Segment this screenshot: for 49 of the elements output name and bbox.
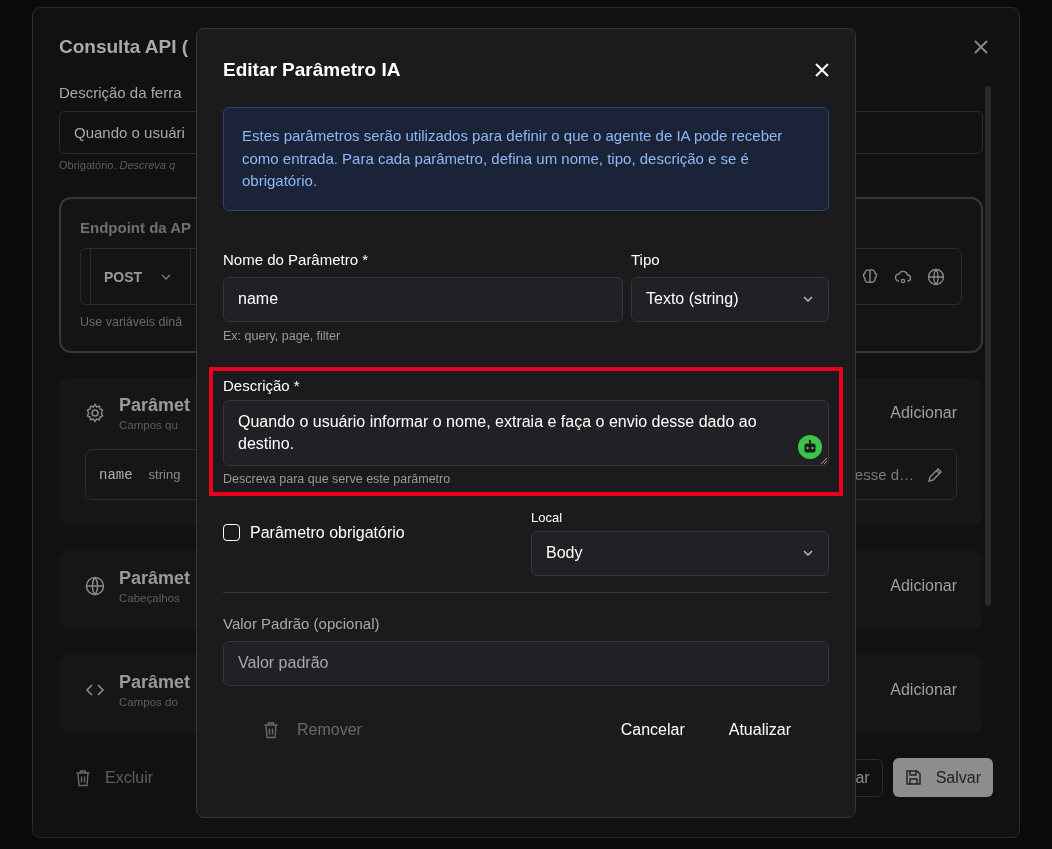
save-icon — [904, 769, 922, 786]
cancel-button[interactable]: Cancelar — [620, 720, 685, 739]
field-label: Tipo — [631, 250, 661, 268]
trash-icon — [75, 768, 91, 787]
field-hint: Use variáveis dinâ — [80, 315, 184, 329]
globe-icon[interactable] — [927, 267, 945, 286]
name-field[interactable]: name — [223, 276, 623, 322]
default-value-field[interactable]: Valor padrão — [223, 640, 829, 686]
location-select[interactable]: Body — [531, 530, 829, 576]
section-title: Parâmet — [119, 672, 191, 693]
parameter-type: string — [148, 467, 181, 482]
section-subtitle: Campos do — [119, 696, 179, 708]
save-button[interactable]: Salvar — [892, 758, 993, 797]
add-button[interactable]: Adicionar — [890, 404, 957, 422]
scrollbar[interactable] — [985, 86, 991, 606]
parameter-description: esse d… — [854, 466, 914, 483]
section-title: Parâmet — [119, 395, 191, 416]
robot-icon[interactable] — [798, 434, 822, 459]
section-subtitle: Cabeçalhos — [119, 592, 181, 604]
chevron-down-icon — [160, 272, 173, 281]
field-label: Nome do Parâmetro * — [223, 250, 370, 268]
field-hint: Obrigatório. Descreva q — [59, 159, 176, 171]
parameter-name: name — [99, 466, 133, 483]
dialog-title: Editar Parâmetro IA — [223, 59, 401, 81]
field-label: Valor Padrão (opcional) — [223, 614, 381, 632]
update-button[interactable]: Atualizar — [728, 720, 791, 739]
dialog-title: Consulta API ( — [59, 36, 189, 58]
chevron-down-icon — [802, 549, 814, 557]
chevron-down-icon — [802, 295, 814, 303]
method-select[interactable]: POST — [90, 249, 192, 304]
info-text: Estes parâmetros serão utilizados para definir o que o agente de IA pode receber como entrada. Para cada parâmetro, defina um nome, tipo, descrição e se é obrigatório. — [242, 126, 784, 191]
add-button[interactable]: Adicionar — [890, 577, 957, 595]
brain-icon[interactable] — [861, 267, 879, 286]
field-label: Descrição * — [223, 376, 301, 394]
description-textarea[interactable]: Quando o usuário informar o nome, extraia e faça o envio desse dado ao destino. — [223, 399, 829, 466]
section-title: Parâmet — [119, 568, 191, 589]
checkbox[interactable] — [223, 524, 240, 541]
globe-icon — [85, 576, 105, 596]
field-hint: Descreva para que serve este parâmetro — [223, 471, 452, 486]
trash-icon — [263, 720, 279, 739]
card-title: Endpoint da AP — [80, 219, 193, 236]
type-select[interactable]: Texto (string) — [631, 276, 829, 322]
gear-icon — [85, 403, 105, 423]
field-label: Local — [531, 509, 564, 525]
resize-handle-icon[interactable] — [820, 456, 827, 464]
add-button[interactable]: Adicionar — [890, 681, 957, 699]
field-label: Descrição da ferra — [59, 84, 183, 101]
field-hint: Ex: query, page, filter — [223, 328, 342, 343]
section-subtitle: Campos qu — [119, 419, 179, 431]
